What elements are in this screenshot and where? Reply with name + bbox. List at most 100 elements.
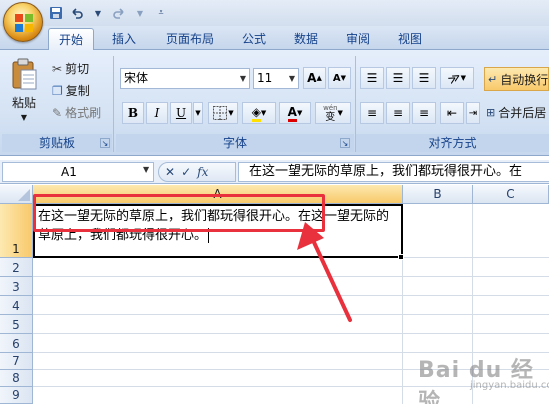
merge-center-button[interactable]: ⊞ 合并后居 bbox=[486, 104, 546, 121]
wrap-text-icon: ↵ bbox=[488, 72, 498, 86]
redo-dropdown-icon[interactable]: ▼ bbox=[132, 4, 148, 22]
orientation-button[interactable]: ≫ ▼ bbox=[440, 67, 474, 89]
cancel-icon[interactable]: ✕ bbox=[165, 165, 175, 179]
group-label-clipboard: 剪贴板 bbox=[2, 134, 112, 152]
align-top-button[interactable]: ☰ bbox=[360, 67, 384, 89]
align-right-icon: ≡ bbox=[418, 106, 430, 120]
cut-label: 剪切 bbox=[65, 62, 90, 76]
merge-center-label: 合并后居 bbox=[498, 106, 547, 120]
font-launcher-icon[interactable]: ↘ bbox=[340, 138, 350, 148]
undo-icon[interactable] bbox=[69, 4, 85, 22]
group-separator bbox=[113, 56, 114, 152]
underline-dropdown-icon[interactable]: ▼ bbox=[193, 102, 203, 124]
copy-label: 复制 bbox=[65, 84, 90, 98]
fill-color-button[interactable]: ◈ ▼ bbox=[242, 102, 276, 124]
borders-button[interactable]: ▼ bbox=[208, 102, 238, 124]
column-header-b[interactable]: B bbox=[403, 185, 473, 204]
clipboard-launcher-icon[interactable]: ↘ bbox=[100, 138, 110, 148]
bold-button[interactable]: B bbox=[122, 102, 144, 124]
align-top-icon: ☰ bbox=[366, 71, 378, 85]
wrap-text-button[interactable]: ↵ 自动换行 bbox=[484, 67, 549, 91]
customize-qat-icon[interactable]: ⩡ bbox=[153, 4, 169, 22]
chevron-down-icon: ▼ bbox=[288, 74, 295, 83]
decrease-indent-button[interactable]: ⇤ bbox=[440, 102, 464, 124]
row-header-3[interactable]: 3 bbox=[0, 277, 33, 296]
wrap-text-label: 自动换行 bbox=[500, 72, 549, 87]
copy-icon: ❐ bbox=[52, 83, 63, 98]
cut-button[interactable]: ✂ 剪切 bbox=[52, 60, 89, 77]
formula-input[interactable]: 在这一望无际的草原上，我们都玩得很开心。在 bbox=[238, 162, 549, 182]
tab-home[interactable]: 开始 bbox=[48, 28, 94, 51]
select-all-corner[interactable] bbox=[0, 185, 33, 204]
align-middle-button[interactable]: ☰ bbox=[386, 67, 410, 89]
row-header-4[interactable]: 4 bbox=[0, 296, 33, 315]
font-size-combo[interactable]: 11 ▼ bbox=[253, 68, 299, 89]
scissors-icon: ✂ bbox=[52, 61, 63, 76]
tab-review[interactable]: 审阅 bbox=[338, 28, 378, 50]
watermark-url: jingyan.baidu.com bbox=[470, 380, 549, 391]
row-header-7[interactable]: 7 bbox=[0, 353, 33, 370]
redo-icon[interactable] bbox=[111, 4, 127, 22]
italic-button[interactable]: I bbox=[146, 102, 168, 124]
tab-insert[interactable]: 插入 bbox=[104, 28, 144, 50]
enter-icon[interactable]: ✓ bbox=[181, 165, 191, 179]
select-all-icon bbox=[18, 189, 30, 201]
phonetic-icon: wén 变 bbox=[323, 104, 337, 123]
font-name-value: 宋体 bbox=[124, 71, 149, 85]
align-center-button[interactable]: ≡ bbox=[386, 102, 410, 124]
format-painter-button[interactable]: ✎ 格式刷 bbox=[52, 104, 101, 121]
row-header-9[interactable]: 9 bbox=[0, 387, 33, 404]
shrink-font-button[interactable]: A ▼ bbox=[328, 67, 351, 89]
chevron-down-icon[interactable]: ▼ bbox=[143, 165, 149, 174]
underline-button[interactable]: U bbox=[170, 102, 192, 124]
font-color-icon: A bbox=[287, 105, 297, 122]
tab-data[interactable]: 数据 bbox=[286, 28, 326, 50]
increase-indent-button[interactable]: ⇥ bbox=[466, 102, 480, 124]
paint-bucket-icon: ◈ bbox=[251, 105, 261, 122]
copy-button[interactable]: ❐ 复制 bbox=[52, 82, 90, 99]
align-right-button[interactable]: ≡ bbox=[412, 102, 436, 124]
watermark-logo: Bai du 经验 bbox=[418, 358, 534, 404]
phonetic-button[interactable]: wén 变 ▼ bbox=[315, 102, 351, 124]
grow-font-label: A bbox=[307, 71, 317, 85]
merge-icon: ⊞ bbox=[486, 106, 496, 119]
paste-dropdown-icon[interactable]: ▼ bbox=[21, 113, 27, 122]
formula-buttons: ✕ ✓ fx bbox=[158, 162, 236, 182]
row-header-6[interactable]: 6 bbox=[0, 334, 33, 353]
column-header-c[interactable]: C bbox=[473, 185, 549, 204]
increase-indent-icon: ⇥ bbox=[468, 107, 478, 119]
shrink-font-label: A bbox=[332, 72, 341, 84]
annotation-highlight-box bbox=[33, 194, 325, 232]
paste-label: 粘贴 bbox=[11, 96, 36, 110]
office-logo-icon bbox=[15, 14, 33, 32]
group-label-alignment: 对齐方式 bbox=[356, 134, 549, 152]
font-name-combo[interactable]: 宋体 ▼ bbox=[120, 68, 250, 89]
row-header-5[interactable]: 5 bbox=[0, 315, 33, 334]
grow-font-button[interactable]: A ▲ bbox=[303, 67, 326, 89]
row-header-1[interactable]: 1 bbox=[0, 204, 33, 258]
tab-view[interactable]: 视图 bbox=[390, 28, 430, 50]
align-middle-icon: ☰ bbox=[392, 71, 404, 85]
brush-icon: ✎ bbox=[52, 105, 63, 120]
quick-access-toolbar: ▼ ▼ ⩡ bbox=[48, 3, 169, 23]
align-left-button[interactable]: ≡ bbox=[360, 102, 384, 124]
paste-icon bbox=[12, 58, 37, 90]
office-button[interactable] bbox=[3, 2, 43, 42]
name-box[interactable]: A1 bbox=[2, 162, 154, 182]
save-icon[interactable] bbox=[48, 4, 64, 22]
align-bottom-button[interactable]: ☰ bbox=[412, 67, 436, 89]
group-label-font: 字体 bbox=[116, 134, 354, 152]
undo-dropdown-icon[interactable]: ▼ bbox=[90, 4, 106, 22]
align-center-icon: ≡ bbox=[392, 106, 404, 120]
tab-formulas[interactable]: 公式 bbox=[234, 28, 274, 50]
paste-button[interactable]: 粘贴 ▼ bbox=[10, 58, 38, 122]
tab-page-layout[interactable]: 页面布局 bbox=[158, 28, 222, 50]
row-header-8[interactable]: 8 bbox=[0, 370, 33, 387]
row-header-2[interactable]: 2 bbox=[0, 258, 33, 277]
align-bottom-icon: ☰ bbox=[418, 71, 430, 85]
insert-function-icon[interactable]: fx bbox=[197, 165, 208, 179]
font-color-button[interactable]: A ▼ bbox=[279, 102, 311, 124]
phonetic-char: 变 bbox=[325, 112, 336, 123]
align-left-icon: ≡ bbox=[366, 106, 378, 120]
fill-handle[interactable] bbox=[398, 254, 404, 260]
